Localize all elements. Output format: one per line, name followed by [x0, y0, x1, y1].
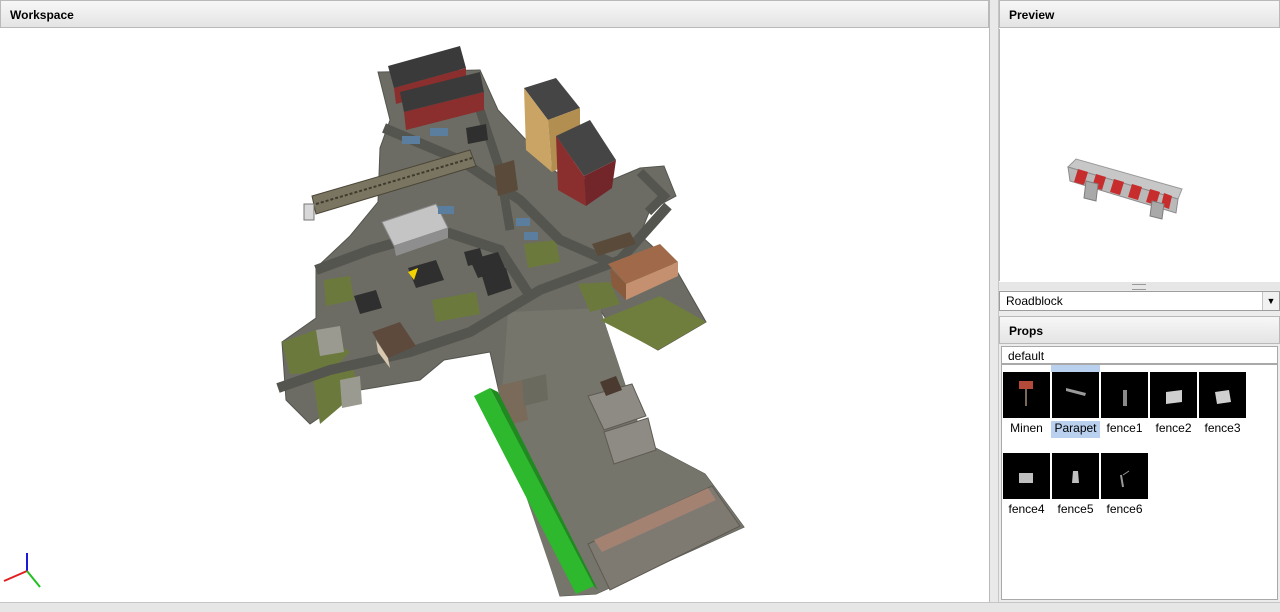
splitter-vertical[interactable] — [990, 0, 999, 602]
prop-label: fence6 — [1106, 502, 1143, 516]
container — [516, 218, 530, 226]
category-dropdown-value: Roadblock — [1006, 294, 1063, 308]
shed — [340, 376, 362, 408]
prop-label: fence3 — [1204, 421, 1241, 435]
block-icon — [1150, 372, 1197, 418]
prop-item-fence1[interactable]: fence1 — [1100, 365, 1149, 438]
shed — [316, 326, 344, 356]
props-tab-default[interactable]: default — [1001, 346, 1278, 364]
prop-label: fence2 — [1155, 421, 1192, 435]
parapet-model-preview — [1067, 158, 1183, 220]
preview-header: Preview — [999, 0, 1280, 28]
log-pile — [494, 160, 518, 196]
preview-canvas[interactable] — [999, 29, 1280, 281]
block-icon — [1003, 453, 1050, 499]
prop-item-parapet[interactable]: Parapet — [1051, 365, 1100, 438]
container — [524, 232, 538, 240]
prop-label: fence5 — [1057, 502, 1094, 516]
workspace-panel: Workspace — [0, 0, 990, 602]
post-icon — [1101, 372, 1148, 418]
container — [402, 136, 420, 144]
props-header: Props — [999, 316, 1280, 344]
prop-item-fence3[interactable]: fence3 — [1198, 365, 1247, 438]
splitter-grip-icon[interactable] — [1132, 284, 1146, 290]
prop-label: Parapet — [1051, 421, 1100, 438]
category-dropdown[interactable]: Roadblock ▼ — [999, 291, 1280, 311]
splitter-horizontal[interactable] — [999, 282, 1280, 290]
railway-end — [303, 203, 315, 221]
prop-item-fence5[interactable]: fence5 — [1051, 446, 1100, 519]
preview-panel: Preview — [999, 0, 1280, 282]
axis-gizmo — [3, 553, 41, 588]
post-icon — [1052, 453, 1099, 499]
workspace-viewport[interactable] — [0, 29, 988, 601]
container — [430, 128, 448, 136]
prop-item-fence2[interactable]: fence2 — [1149, 365, 1198, 438]
axis-y — [26, 570, 41, 588]
prop-label: Minen — [1010, 421, 1043, 435]
prop-label: fence4 — [1008, 502, 1045, 516]
prop-item-fence4[interactable]: fence4 — [1002, 446, 1051, 519]
axis-x — [3, 570, 28, 582]
workspace-header: Workspace — [0, 0, 989, 28]
props-panel: Props default Minen Parapet fence1 fence… — [999, 316, 1280, 602]
prop-item-fence6[interactable]: fence6 — [1100, 446, 1149, 519]
props-list: Minen Parapet fence1 fence2 fence3 fence… — [1001, 364, 1278, 600]
sign-icon — [1003, 372, 1050, 418]
container — [438, 206, 454, 214]
block-icon — [1199, 372, 1246, 418]
post-icon — [1101, 453, 1148, 499]
chevron-down-icon[interactable]: ▼ — [1262, 292, 1279, 310]
map-3d-view[interactable] — [0, 29, 988, 601]
barrier-icon — [1052, 372, 1099, 418]
prop-label: fence1 — [1106, 421, 1143, 435]
prop-item-minen[interactable]: Minen — [1002, 365, 1051, 438]
